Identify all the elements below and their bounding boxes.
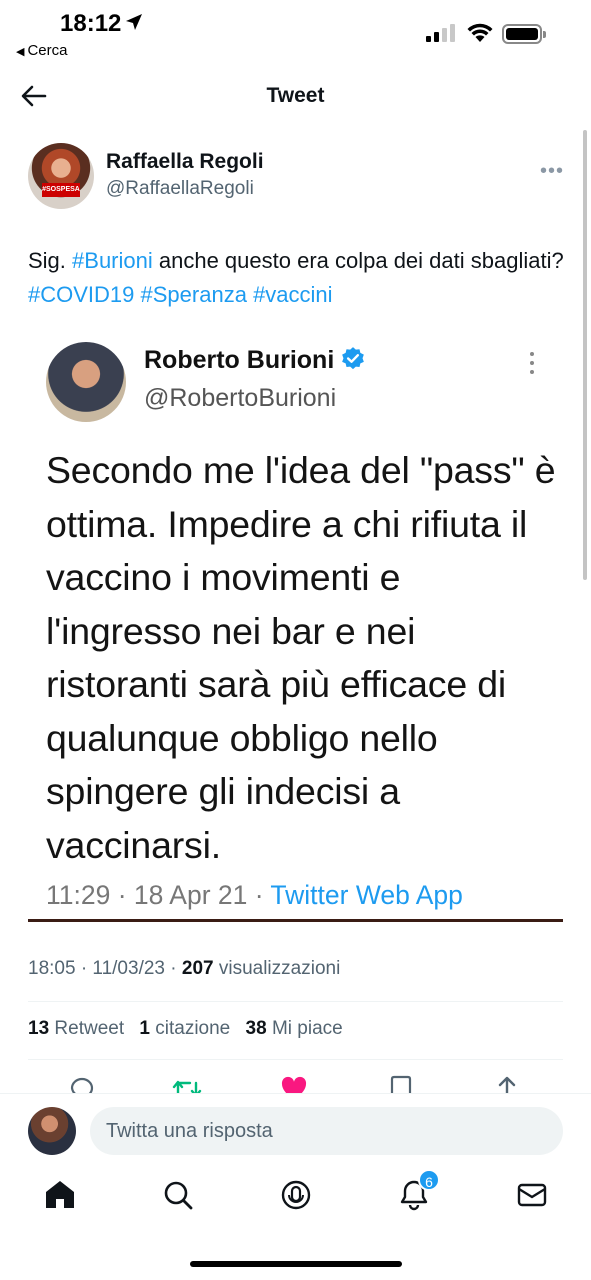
home-indicator bbox=[190, 1261, 402, 1267]
tweet-meta: 18:05 · 11/03/23 · 207 visualizzazioni bbox=[28, 958, 340, 980]
retweets-label: Retweet bbox=[49, 1018, 125, 1039]
embedded-author-handle: @RobertoBurioni bbox=[144, 384, 337, 412]
embedded-app: Twitter Web App bbox=[270, 880, 463, 910]
tweet-actions bbox=[0, 1075, 591, 1095]
cellular-signal-icon bbox=[426, 24, 455, 42]
more-options-icon[interactable]: ••• bbox=[540, 160, 564, 183]
share-icon[interactable] bbox=[494, 1075, 520, 1095]
quotes-stat[interactable]: 1 citazione bbox=[139, 1018, 230, 1039]
spaces-icon[interactable] bbox=[280, 1179, 312, 1211]
author-handle[interactable]: @RaffaellaRegoli bbox=[106, 178, 254, 200]
embedded-tweet-image[interactable]: Roberto Burioni @RobertoBurioni Secondo … bbox=[28, 330, 563, 922]
author-name[interactable]: Raffaella Regoli bbox=[106, 150, 264, 174]
location-arrow-icon bbox=[126, 14, 142, 30]
back-to-search-link[interactable]: ◀ Cerca bbox=[16, 42, 67, 59]
notifications-tab[interactable]: 6 bbox=[398, 1169, 440, 1211]
tweet-text-part: Sig. bbox=[28, 248, 73, 273]
embedded-author-avatar bbox=[46, 342, 126, 422]
embedded-tweet-meta: 11:29 · 18 Apr 21 · Twitter Web App bbox=[46, 880, 463, 911]
back-triangle-icon: ◀ bbox=[16, 46, 25, 58]
tweet-datetime: 18:05 · 11/03/23 · bbox=[28, 958, 182, 979]
battery-icon bbox=[502, 24, 546, 44]
verified-badge-icon bbox=[342, 347, 365, 370]
status-time: 18:12 bbox=[60, 10, 122, 37]
embedded-author-name: Roberto Burioni bbox=[144, 346, 335, 374]
back-cerca-label: Cerca bbox=[27, 42, 68, 59]
bookmark-icon[interactable] bbox=[388, 1075, 414, 1095]
reply-icon[interactable] bbox=[68, 1075, 96, 1095]
wifi-icon bbox=[467, 23, 493, 42]
retweets-count: 13 bbox=[28, 1018, 50, 1039]
status-bar: 18:12 ◀ Cerca bbox=[0, 0, 591, 70]
embedded-timestamp: 11:29 · 18 Apr 21 · bbox=[46, 880, 271, 910]
quotes-count: 1 bbox=[139, 1018, 150, 1039]
tweet-text-part: anche questo era colpa dei dati sbagliat… bbox=[152, 248, 564, 273]
tweet-text: Sig. #Burioni anche questo era colpa dei… bbox=[28, 244, 568, 312]
views-label: visualizzazioni bbox=[213, 958, 341, 979]
likes-label: Mi piace bbox=[266, 1018, 343, 1039]
retweets-stat[interactable]: 13 Retweet bbox=[28, 1018, 124, 1039]
page-title: Tweet bbox=[266, 84, 325, 107]
reply-bar bbox=[0, 1093, 591, 1165]
search-icon[interactable] bbox=[162, 1179, 194, 1211]
hashtag-speranza[interactable]: #Speranza bbox=[141, 282, 247, 307]
embedded-more-icon bbox=[530, 352, 534, 379]
user-avatar[interactable] bbox=[28, 1107, 76, 1155]
mail-icon[interactable] bbox=[516, 1179, 548, 1211]
likes-stat[interactable]: 38 Mi piace bbox=[246, 1018, 343, 1039]
scrollbar[interactable] bbox=[583, 130, 587, 580]
quotes-label: citazione bbox=[149, 1018, 231, 1039]
likes-count: 38 bbox=[245, 1018, 267, 1039]
divider bbox=[28, 1059, 563, 1060]
divider bbox=[28, 1001, 563, 1002]
hashtag-covid19[interactable]: #COVID19 bbox=[28, 282, 134, 307]
reply-input[interactable] bbox=[90, 1107, 563, 1155]
retweet-icon[interactable] bbox=[172, 1075, 202, 1095]
header: Tweet bbox=[0, 70, 591, 125]
author-avatar[interactable]: #SOSPESA bbox=[28, 143, 94, 209]
hashtag-burioni[interactable]: #Burioni bbox=[72, 248, 153, 273]
home-icon[interactable] bbox=[44, 1179, 76, 1211]
views-count: 207 bbox=[181, 958, 214, 979]
tweet-stats: 13 Retweet 1 citazione 38 Mi piace bbox=[28, 1018, 353, 1040]
notifications-badge: 6 bbox=[418, 1169, 440, 1191]
bottom-nav: 6 bbox=[0, 1165, 591, 1235]
like-icon[interactable] bbox=[280, 1075, 308, 1095]
embedded-tweet-body: Secondo me l'idea del "pass" è ottima. I… bbox=[46, 449, 556, 866]
embedded-author-name-row: Roberto Burioni bbox=[144, 346, 366, 375]
hashtag-vaccini[interactable]: #vaccini bbox=[253, 282, 332, 307]
avatar-sign: #SOSPESA bbox=[42, 183, 80, 197]
